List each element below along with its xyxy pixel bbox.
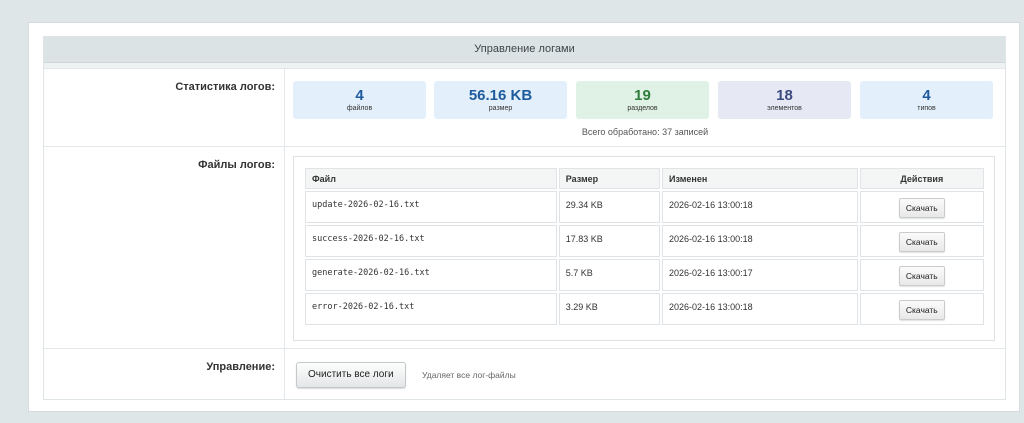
clear-all-logs-button[interactable]: Очистить все логи [296,362,406,388]
log-management-panel: Управление логами Статистика логов: 4 фа… [43,36,1006,400]
outer-frame: Управление логами Статистика логов: 4 фа… [28,22,1020,412]
file-size: 3.29 KB [558,293,661,325]
stat-card-sections: 19 разделов [576,81,709,119]
file-actions: Скачать [859,259,984,291]
management-label: Управление: [206,361,275,373]
file-actions: Скачать [859,293,984,325]
download-button[interactable]: Скачать [898,300,945,320]
stats-summary: Всего обработано: 37 записей [285,127,1005,137]
stat-label: элементов [767,105,802,112]
stats-content: 4 файлов 56.16 KB размер 19 разделов 18 … [284,69,1005,147]
stat-card-elements: 18 элементов [718,81,851,119]
clear-logs-note: Удаляет все лог-файлы [422,370,516,380]
management-row: Управление: Очистить все логи Удаляет вс… [44,348,1005,399]
stat-label: типов [917,105,936,112]
download-button[interactable]: Скачать [898,266,945,286]
files-label: Файлы логов: [198,159,275,171]
summary-value: 37 записей [662,127,709,137]
file-size: 5.7 KB [558,259,661,291]
table-header-row: Файл Размер Изменен Действия [305,168,984,189]
summary-prefix: Всего обработано: [581,127,660,137]
stat-card-size: 56.16 KB размер [434,81,567,119]
stat-value: 19 [634,87,651,104]
column-header-size: Размер [558,168,661,189]
management-content: Очистить все логи Удаляет все лог-файлы [284,349,1005,399]
stat-label: разделов [627,105,658,112]
file-name: generate-2026-02-16.txt [305,259,557,291]
table-row: error-2026-02-16.txt 3.29 KB 2026-02-16 … [305,293,984,325]
file-modified: 2026-02-16 13:00:18 [662,191,858,223]
files-table: Файл Размер Изменен Действия update-2026… [303,166,986,327]
file-modified: 2026-02-16 13:00:18 [662,225,858,257]
table-row: success-2026-02-16.txt 17.83 KB 2026-02-… [305,225,984,257]
stat-label: размер [488,105,513,112]
stat-value: 4 [922,87,931,104]
stat-label: файлов [346,105,373,112]
file-modified: 2026-02-16 13:00:17 [662,259,858,291]
file-size: 17.83 KB [558,225,661,257]
stat-card-types: 4 типов [860,81,993,119]
stat-value: 4 [355,87,364,104]
files-table-box: Файл Размер Изменен Действия update-2026… [293,156,995,341]
download-button[interactable]: Скачать [898,232,945,252]
files-row: Файлы логов: Файл Размер Изменен Действи [44,146,1005,349]
file-actions: Скачать [859,225,984,257]
column-header-file: Файл [305,168,557,189]
column-header-actions: Действия [859,168,984,189]
stat-value: 56.16 KB [468,87,533,104]
stats-row: Статистика логов: 4 файлов 56.16 KB разм… [44,68,1005,147]
file-size: 29.34 KB [558,191,661,223]
stat-value: 18 [776,87,793,104]
table-row: update-2026-02-16.txt 29.34 KB 2026-02-1… [305,191,984,223]
file-name: update-2026-02-16.txt [305,191,557,223]
files-content: Файл Размер Изменен Действия update-2026… [284,147,1005,349]
file-name: success-2026-02-16.txt [305,225,557,257]
panel-title: Управление логами [44,37,1005,63]
stats-label: Статистика логов: [175,81,275,93]
file-name: error-2026-02-16.txt [305,293,557,325]
stat-card-files: 4 файлов [293,81,426,119]
file-actions: Скачать [859,191,984,223]
file-modified: 2026-02-16 13:00:18 [662,293,858,325]
table-row: generate-2026-02-16.txt 5.7 KB 2026-02-1… [305,259,984,291]
download-button[interactable]: Скачать [898,198,945,218]
column-header-modified: Изменен [662,168,858,189]
